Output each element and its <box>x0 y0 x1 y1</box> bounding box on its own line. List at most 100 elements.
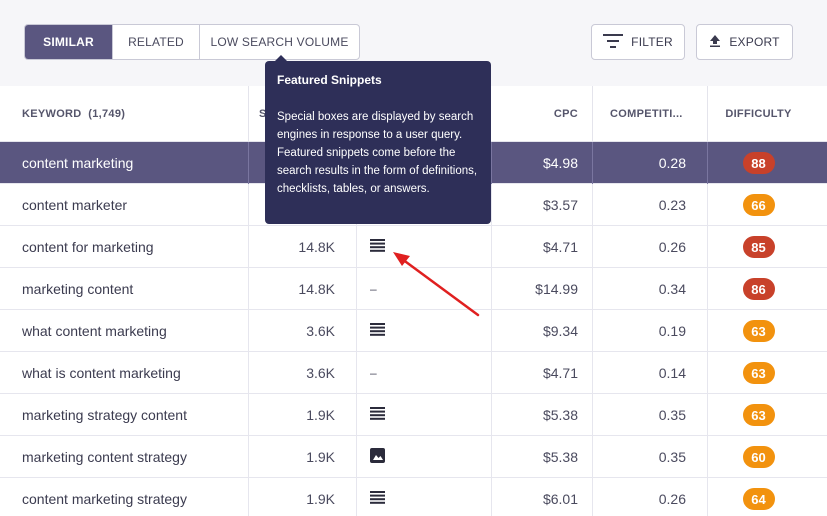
cell-divider <box>491 310 492 352</box>
list-icon[interactable] <box>370 407 385 423</box>
competition-cell: 0.35 <box>658 449 686 465</box>
tooltip-title: Featured Snippets <box>277 73 382 87</box>
cell-divider <box>356 268 357 310</box>
keyword-cell[interactable]: content for marketing <box>22 226 154 268</box>
cpc-cell: $5.38 <box>542 449 578 465</box>
volume-cell: 3.6K <box>306 323 335 339</box>
competition-cell: 0.26 <box>658 239 686 255</box>
serp-feature-cell[interactable] <box>356 394 491 436</box>
column-divider <box>707 86 708 142</box>
volume-cell: 14.8K <box>298 239 335 255</box>
competition-cell: 0.35 <box>658 407 686 423</box>
cell-divider <box>592 352 593 394</box>
difficulty-cell: 63 <box>707 352 810 394</box>
cpc-cell: $4.98 <box>542 155 578 171</box>
export-label: EXPORT <box>729 35 780 49</box>
keyword-cell[interactable]: marketing content strategy <box>22 436 187 478</box>
cell-divider <box>592 436 593 478</box>
difficulty-column-header[interactable]: DIFFICULTY <box>707 86 810 142</box>
cell-divider <box>356 310 357 352</box>
volume-cell: 3.6K <box>306 365 335 381</box>
cpc-cell: $3.57 <box>542 197 578 213</box>
cell-divider <box>248 352 249 394</box>
cell-divider <box>491 226 492 268</box>
cell-divider <box>248 226 249 268</box>
difficulty-cell: 88 <box>707 142 810 184</box>
list-icon[interactable] <box>370 323 385 339</box>
keyword-cell[interactable]: what is content marketing <box>22 352 181 394</box>
list-icon[interactable] <box>370 491 385 507</box>
cell-divider <box>592 226 593 268</box>
cell-divider <box>491 352 492 394</box>
keyword-cell[interactable]: content marketer <box>22 184 127 226</box>
cell-divider <box>356 226 357 268</box>
tooltip-body: Special boxes are displayed by search en… <box>277 111 478 195</box>
tab-low-search-volume[interactable]: LOW SEARCH VOLUME <box>199 25 359 59</box>
keyword-column-header[interactable]: KEYWORD (1,749) <box>22 86 125 142</box>
competition-cell: 0.19 <box>658 323 686 339</box>
difficulty-badge: 63 <box>742 362 775 384</box>
serp-feature-cell[interactable] <box>356 478 491 516</box>
serp-feature-cell[interactable]: – <box>356 352 491 394</box>
upload-arrow-icon <box>709 34 721 50</box>
volume-cell: 1.9K <box>306 407 335 423</box>
list-icon[interactable] <box>370 239 385 255</box>
filter-label: FILTER <box>631 35 673 49</box>
cell-divider <box>707 436 708 478</box>
column-divider <box>248 86 249 142</box>
cell-divider <box>491 184 492 226</box>
difficulty-badge: 85 <box>742 236 775 258</box>
cell-divider <box>707 184 708 226</box>
table-row[interactable]: what is content marketing 3.6K – $4.71 0.14 6… <box>0 352 827 394</box>
cell-divider <box>248 310 249 352</box>
cell-divider <box>491 142 492 184</box>
cpc-column-header[interactable]: CPC <box>491 86 578 142</box>
cpc-cell: $4.71 <box>542 365 578 381</box>
competition-cell: 0.23 <box>658 197 686 213</box>
table-row[interactable]: marketing strategy content 1.9K $5.38 0.35 6… <box>0 394 827 436</box>
filter-button[interactable]: FILTER <box>591 24 685 60</box>
serp-feature-cell[interactable] <box>356 436 491 478</box>
cell-divider <box>707 268 708 310</box>
difficulty-badge: 66 <box>742 194 775 216</box>
cpc-cell: $6.01 <box>542 491 578 507</box>
difficulty-cell: 66 <box>707 184 810 226</box>
cell-divider <box>491 394 492 436</box>
tab-similar[interactable]: SIMILAR <box>25 25 112 59</box>
keyword-cell[interactable]: content marketing <box>22 142 133 184</box>
cpc-cell: $4.71 <box>542 239 578 255</box>
cell-divider <box>248 184 249 226</box>
difficulty-badge: 88 <box>742 152 775 174</box>
competition-column-header[interactable]: COMPETITI... <box>610 86 683 142</box>
cell-divider <box>356 436 357 478</box>
difficulty-badge: 60 <box>742 446 775 468</box>
cell-divider <box>491 436 492 478</box>
difficulty-cell: 63 <box>707 310 810 352</box>
cell-divider <box>248 394 249 436</box>
serp-empty-dash: – <box>370 366 377 380</box>
difficulty-badge: 63 <box>742 320 775 342</box>
keyword-cell[interactable]: marketing content <box>22 268 133 310</box>
cpc-cell: $9.34 <box>542 323 578 339</box>
cell-divider <box>707 478 708 516</box>
image-icon[interactable] <box>370 448 385 466</box>
competition-cell: 0.14 <box>658 365 686 381</box>
serp-empty-dash: – <box>370 282 377 296</box>
tab-related[interactable]: RELATED <box>112 25 199 59</box>
cell-divider <box>356 478 357 516</box>
column-divider <box>592 86 593 142</box>
cell-divider <box>356 394 357 436</box>
difficulty-badge: 86 <box>742 278 775 300</box>
keyword-cell[interactable]: what content marketing <box>22 310 167 352</box>
table-row[interactable]: marketing content strategy 1.9K $5.38 0.35 6… <box>0 436 827 478</box>
keyword-cell[interactable]: marketing strategy content <box>22 394 187 436</box>
cell-divider <box>248 478 249 516</box>
cell-divider <box>707 310 708 352</box>
cell-divider <box>707 394 708 436</box>
export-button[interactable]: EXPORT <box>696 24 793 60</box>
cell-divider <box>248 142 249 184</box>
cell-divider <box>248 268 249 310</box>
keyword-cell[interactable]: content marketing strategy <box>22 478 187 516</box>
difficulty-badge: 63 <box>742 404 775 426</box>
table-row[interactable]: content marketing strategy 1.9K $6.01 0.26 6… <box>0 478 827 516</box>
